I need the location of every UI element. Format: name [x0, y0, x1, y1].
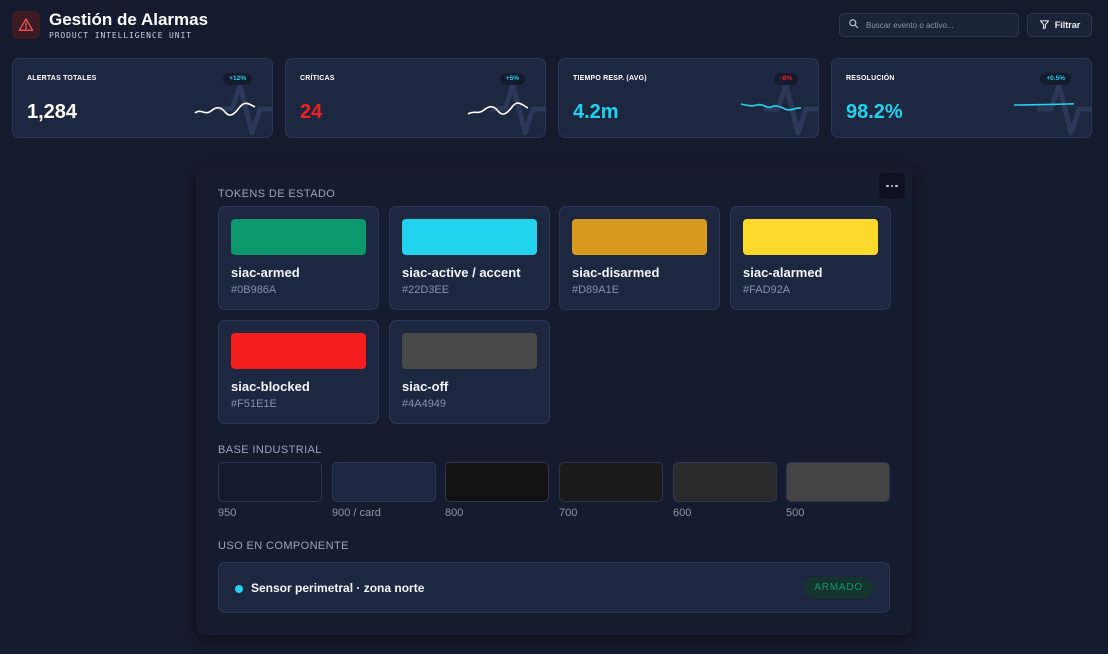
kpi-trend-badge: +0.5% — [1040, 73, 1071, 85]
kpi-card-tiempo-respuesta[interactable]: TIEMPO RESP. (AVG) 4.2m -8% — [558, 58, 819, 138]
base-swatch-800 — [445, 462, 549, 502]
token-name: siac-alarmed — [743, 265, 823, 280]
filter-button[interactable]: Filtrar — [1027, 13, 1092, 37]
kpi-sparkline — [194, 102, 256, 116]
kpi-label: RESOLUCIÓN — [846, 75, 895, 82]
token-card-siac-armed[interactable]: siac-armed #0B986A — [218, 206, 379, 310]
base-swatch-label: 600 — [673, 507, 692, 519]
sensor-status-item[interactable]: Sensor perimetral · zona norte ARMADO — [218, 562, 890, 613]
base-swatch-label: 700 — [559, 507, 578, 519]
kpi-trend-badge: -8% — [774, 73, 798, 85]
base-swatch-700 — [559, 462, 663, 502]
token-hex: #0B986A — [231, 284, 277, 296]
kpi-label: ALERTAS TOTALES — [27, 75, 97, 82]
token-swatch — [231, 219, 366, 255]
token-hex: #D89A1E — [572, 284, 620, 296]
token-hex: #22D3EE — [402, 284, 450, 296]
more-horizontal-icon — [886, 184, 889, 188]
status-badge: ARMADO — [804, 577, 873, 598]
token-name: siac-blocked — [231, 379, 310, 394]
token-swatch — [402, 333, 537, 369]
kpi-value: 98.2% — [846, 101, 903, 123]
base-swatch-label: 800 — [445, 507, 464, 519]
token-name: siac-armed — [231, 265, 300, 280]
app-title: Gestión de Alarmas — [49, 10, 209, 29]
token-swatch — [402, 219, 537, 255]
kpi-sparkline — [1013, 103, 1075, 106]
kpi-card-resolucion[interactable]: RESOLUCIÓN 98.2% +0.5% — [831, 58, 1092, 138]
kpi-trend-badge: +5% — [499, 73, 525, 85]
status-dot — [235, 585, 243, 593]
filter-button-label: Filtrar — [1054, 20, 1081, 30]
alert-triangle-icon — [12, 11, 40, 39]
sensor-name: Sensor perimetral · zona norte — [251, 581, 425, 595]
token-swatch — [572, 219, 707, 255]
kpi-label: TIEMPO RESP. (AVG) — [573, 75, 647, 82]
base-swatch-label: 950 — [218, 507, 237, 519]
token-hex: #FAD92A — [743, 284, 791, 296]
token-hex: #4A4949 — [402, 398, 447, 410]
section-title-tokens: TOKENS DE ESTADO — [218, 188, 336, 200]
design-tokens-panel: TOKENS DE ESTADO siac-armed #0B986A siac… — [196, 168, 912, 635]
token-card-siac-disarmed[interactable]: siac-disarmed #D89A1E — [559, 206, 720, 310]
token-card-siac-off[interactable]: siac-off #4A4949 — [389, 320, 550, 424]
base-swatch-900 — [332, 462, 436, 502]
more-options-button[interactable] — [879, 173, 905, 199]
kpi-value: 24 — [300, 101, 323, 123]
kpi-value: 1,284 — [27, 101, 78, 123]
token-hex: #F51E1E — [231, 398, 277, 410]
token-name: siac-disarmed — [572, 265, 660, 280]
kpi-value: 4.2m — [573, 101, 619, 123]
kpi-sparkline — [740, 103, 802, 111]
token-card-siac-active[interactable]: siac-active / accent #22D3EE — [389, 206, 550, 310]
search-box[interactable] — [839, 13, 1019, 37]
base-swatch-600 — [673, 462, 777, 502]
base-swatch-label: 500 — [786, 507, 805, 519]
token-swatch — [743, 219, 878, 255]
search-icon — [848, 16, 859, 34]
token-card-siac-alarmed[interactable]: siac-alarmed #FAD92A — [730, 206, 891, 310]
kpi-sparkline — [467, 102, 529, 115]
search-input[interactable] — [866, 20, 1006, 30]
section-title-base: BASE INDUSTRIAL — [218, 444, 322, 456]
base-swatch-label: 900 / card — [332, 507, 381, 519]
token-card-siac-blocked[interactable]: siac-blocked #F51E1E — [218, 320, 379, 424]
token-name: siac-off — [402, 379, 449, 394]
token-swatch — [231, 333, 366, 369]
kpi-label: CRÍTICAS — [300, 75, 335, 82]
base-swatch-950 — [218, 462, 322, 502]
filter-icon — [1039, 19, 1050, 32]
app-header: Gestión de Alarmas PRODUCT INTELLIGENCE … — [12, 10, 1092, 44]
kpi-trend-badge: +12% — [223, 73, 252, 85]
base-swatch-500 — [786, 462, 890, 502]
kpi-card-criticas[interactable]: CRÍTICAS 24 +5% — [285, 58, 546, 138]
kpi-card-alertas-totales[interactable]: ALERTAS TOTALES 1,284 +12% — [12, 58, 273, 138]
token-name: siac-active / accent — [402, 265, 521, 280]
section-title-usage: USO EN COMPONENTE — [218, 540, 349, 552]
app-subtitle: PRODUCT INTELLIGENCE UNIT — [49, 31, 192, 40]
